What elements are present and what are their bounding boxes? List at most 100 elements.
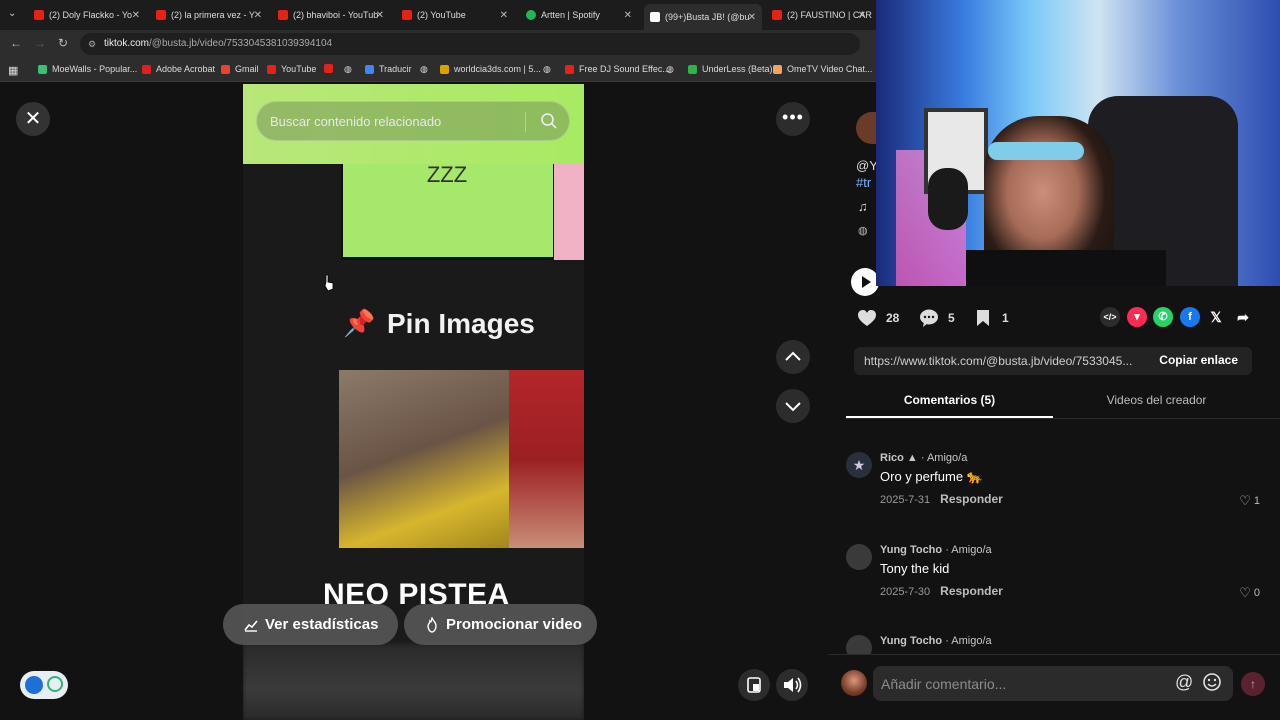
- bookmark-favicon: [565, 64, 574, 74]
- close-icon[interactable]: ✕: [376, 10, 384, 21]
- bookmark-label: Traducir: [379, 64, 412, 74]
- more-options-button[interactable]: •••: [776, 102, 810, 136]
- hashtag-link[interactable]: #tr: [856, 175, 871, 190]
- url-field[interactable]: ⚙ tiktok.com/@busta.jb/video/75330453810…: [80, 33, 860, 55]
- comment-author[interactable]: Yung Tocho: [880, 544, 942, 556]
- comment-author[interactable]: Rico: [880, 452, 904, 464]
- bookmark-label: YouTube: [281, 64, 317, 74]
- extension-toggle[interactable]: [20, 671, 68, 699]
- browser-tab-active[interactable]: (99+)Busta JB! (@bu ✕: [644, 4, 762, 30]
- youtube-icon: [278, 10, 288, 20]
- close-icon[interactable]: ✕: [500, 10, 508, 21]
- button-label: Ver estadísticas: [265, 616, 379, 633]
- bookmark[interactable]: Gmail: [221, 64, 259, 74]
- repost-icon[interactable]: ▾: [1127, 307, 1147, 327]
- browser-tab[interactable]: (2) YouTube ✕: [396, 4, 514, 26]
- video-link-field[interactable]: https://www.tiktok.com/@busta.jb/video/7…: [854, 347, 1252, 375]
- divider: [846, 418, 1280, 419]
- commenter-avatar[interactable]: [846, 544, 872, 570]
- search-icon[interactable]: [539, 111, 559, 136]
- view-stats-button[interactable]: Ver estadísticas: [223, 604, 398, 645]
- flame-icon: [427, 616, 437, 633]
- tab-list-chevron-icon[interactable]: ⌄: [8, 8, 16, 19]
- embed-code-icon[interactable]: </>: [1100, 307, 1120, 327]
- copy-link-button[interactable]: Copiar enlace: [1159, 353, 1238, 367]
- forward-arrow-icon[interactable]: →: [34, 36, 46, 50]
- creator-handle[interactable]: @Y: [856, 158, 878, 173]
- bookmark[interactable]: MoeWalls - Popular...: [38, 64, 137, 74]
- close-video-button[interactable]: ✕: [16, 102, 50, 136]
- browser-tab[interactable]: (2) Doly Flackko - Yo ✕: [28, 4, 146, 26]
- close-icon[interactable]: ✕: [858, 10, 866, 21]
- webcam-shirt: [966, 250, 1166, 286]
- browser-tab[interactable]: (2) la primera vez - Y ✕: [150, 4, 268, 26]
- site-info-icon[interactable]: ⚙: [88, 33, 96, 55]
- commenter-avatar[interactable]: [846, 635, 872, 655]
- pin-images-title: Pin Images: [387, 308, 535, 339]
- picture-in-picture-button[interactable]: [738, 669, 770, 701]
- emoji-icon[interactable]: [1202, 672, 1222, 692]
- youtube-icon[interactable]: [324, 64, 338, 73]
- back-arrow-icon[interactable]: ←: [10, 36, 22, 50]
- whatsapp-icon[interactable]: ✆: [1153, 307, 1173, 327]
- chart-icon: [244, 619, 258, 632]
- comment-like-button[interactable]: ♡ 0: [1239, 585, 1260, 601]
- comment-action[interactable]: 5: [918, 308, 955, 328]
- like-action[interactable]: 28: [856, 308, 899, 328]
- play-button[interactable]: [851, 268, 879, 296]
- more-icon: •••: [782, 107, 804, 127]
- mention-icon[interactable]: @: [1175, 672, 1193, 693]
- globe-icon[interactable]: ◍: [666, 64, 674, 75]
- promote-video-button[interactable]: Promocionar video: [404, 604, 597, 645]
- previous-video-button[interactable]: [776, 340, 810, 374]
- globe-icon[interactable]: ◍: [543, 64, 551, 75]
- bookmark[interactable]: YouTube: [267, 64, 316, 74]
- save-action[interactable]: 1: [974, 308, 1009, 328]
- globe-icon[interactable]: ◍: [420, 64, 428, 75]
- browser-tab[interactable]: Artten | Spotify ✕: [520, 4, 638, 26]
- browser-tab[interactable]: (2) FAUSTINO | CARA ✕: [766, 4, 872, 26]
- comment-author[interactable]: Yung Tocho: [880, 635, 942, 647]
- tab-creator-videos[interactable]: Videos del creador: [1053, 393, 1260, 407]
- user-avatar[interactable]: [841, 670, 867, 696]
- reply-button[interactable]: Responder: [940, 584, 1003, 598]
- browser-tab[interactable]: (2) bhaviboi - YouTub ✕: [272, 4, 390, 26]
- bookmark[interactable]: Adobe Acrobat: [142, 64, 215, 74]
- next-video-button[interactable]: [776, 389, 810, 423]
- comment-text: Tony the kid: [880, 561, 950, 576]
- heart-outline-icon: ♡: [1239, 585, 1251, 600]
- divider: [525, 112, 526, 132]
- facebook-icon[interactable]: f: [1180, 307, 1200, 327]
- close-icon[interactable]: ✕: [132, 10, 140, 21]
- commenter-avatar[interactable]: ★: [846, 452, 872, 478]
- bookmark[interactable]: Free DJ Sound Effec...: [565, 64, 670, 74]
- bookmark-label: UnderLess (Beta): [702, 64, 773, 74]
- heart-outline-icon: ♡: [1239, 493, 1251, 508]
- zzz-text: ZZZ: [426, 162, 468, 187]
- reply-button[interactable]: Responder: [940, 492, 1003, 506]
- bookmark[interactable]: Traducir: [365, 64, 412, 74]
- close-icon[interactable]: ✕: [624, 10, 632, 21]
- bookmark[interactable]: OmeTV Video Chat...: [773, 64, 872, 74]
- tab-label: (2) bhaviboi - YouTub: [293, 10, 379, 20]
- friend-badge: · Amigo/a: [945, 544, 992, 556]
- share-arrow-icon[interactable]: ➦: [1233, 307, 1253, 327]
- x-icon[interactable]: 𝕏: [1206, 307, 1226, 327]
- bookmark-label: worldcia3ds.com | 5...: [454, 64, 541, 74]
- volume-button[interactable]: [776, 669, 808, 701]
- close-icon[interactable]: ✕: [254, 10, 262, 21]
- reload-icon[interactable]: ↻: [58, 36, 68, 50]
- comment-like-count: 0: [1253, 587, 1260, 599]
- comment-like-button[interactable]: ♡ 1: [1239, 493, 1260, 509]
- related-search-input[interactable]: Buscar contenido relacionado: [256, 101, 570, 141]
- globe-icon[interactable]: ◍: [344, 64, 352, 75]
- close-icon[interactable]: ✕: [748, 12, 756, 23]
- close-icon: ✕: [24, 108, 42, 130]
- tab-label: (2) YouTube: [417, 10, 466, 20]
- apps-grid-icon[interactable]: ▦: [8, 64, 18, 77]
- save-count: 1: [1002, 311, 1009, 325]
- bookmark[interactable]: worldcia3ds.com | 5...: [440, 64, 541, 74]
- send-comment-button[interactable]: ↑: [1241, 672, 1265, 696]
- bookmark[interactable]: UnderLess (Beta): [688, 64, 773, 74]
- tab-comments[interactable]: Comentarios (5): [846, 393, 1053, 407]
